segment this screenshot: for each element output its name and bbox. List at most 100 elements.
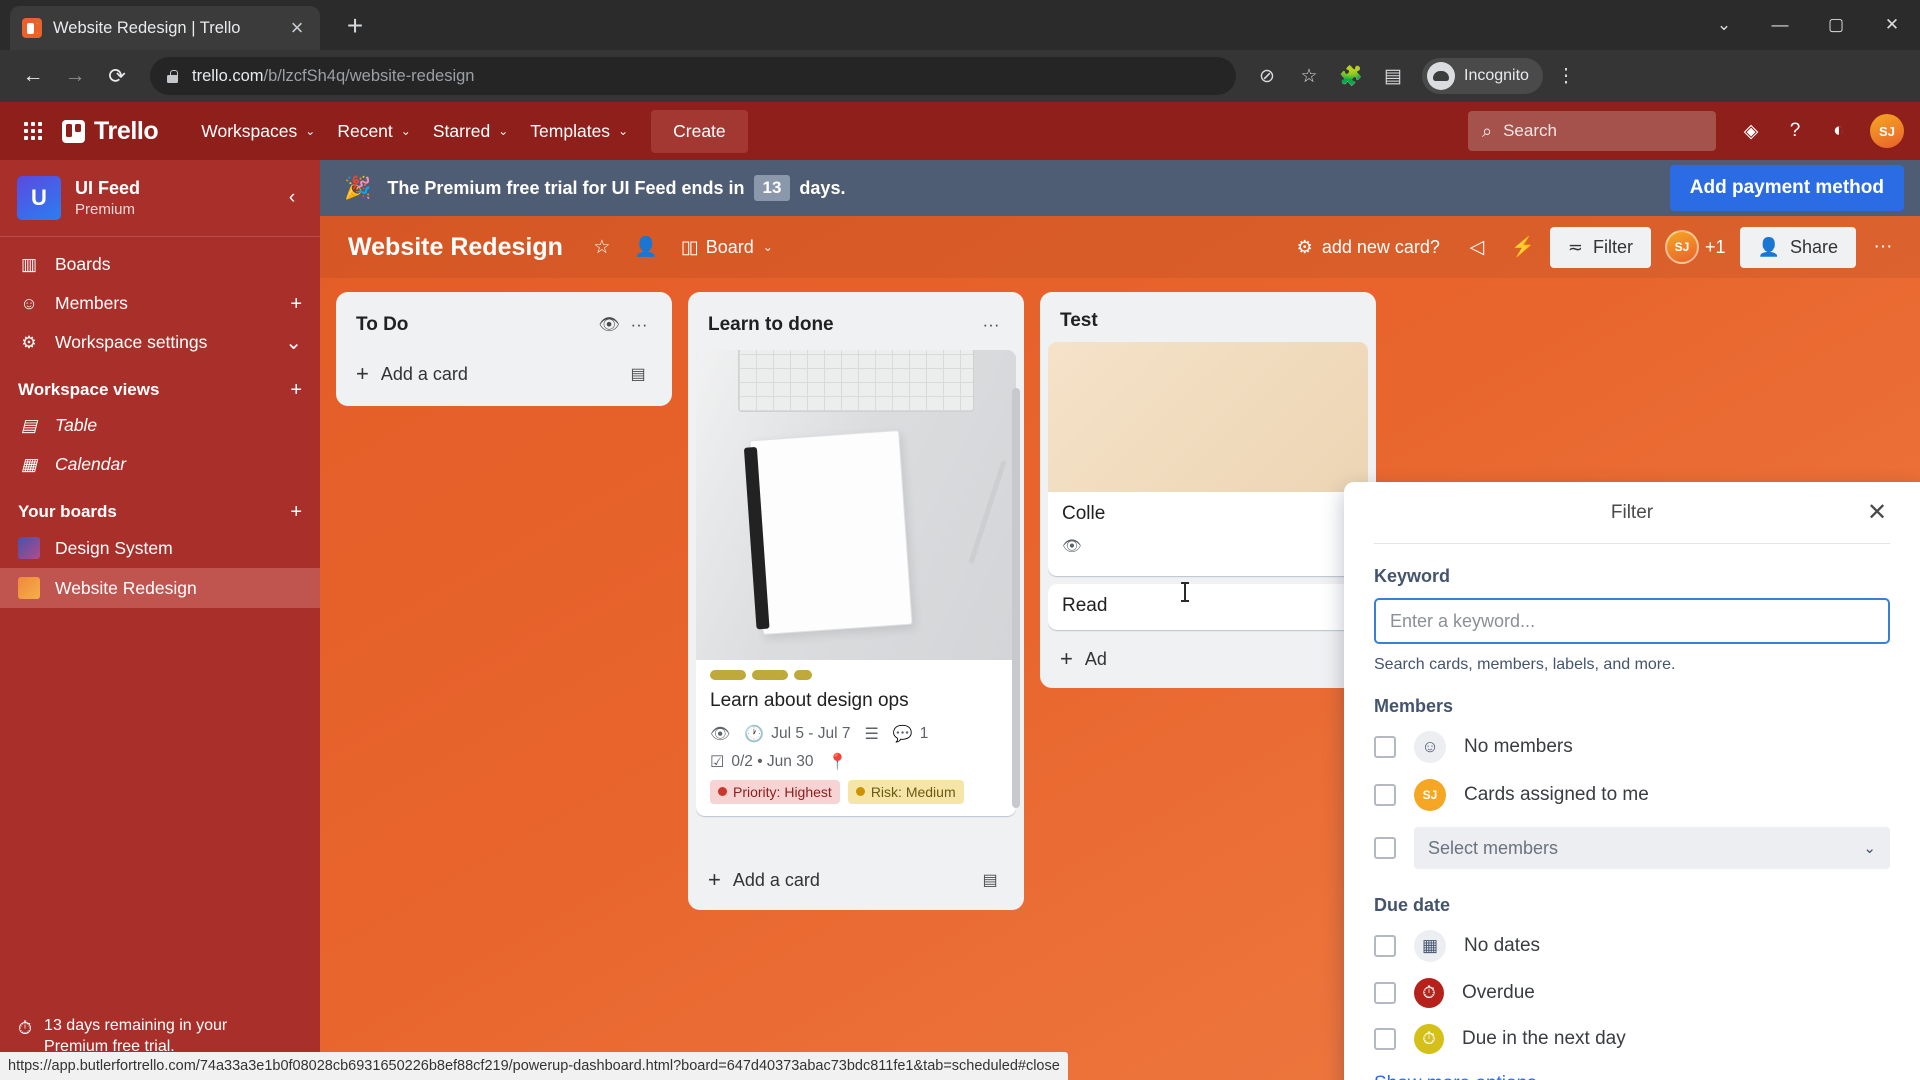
grid-apps-icon[interactable] (16, 114, 50, 148)
filter-option-no-members[interactable]: ☺ No members (1374, 731, 1890, 763)
watch-eye-icon[interactable]: 👁 (594, 310, 624, 340)
add-payment-method-button[interactable]: Add payment method (1669, 165, 1904, 211)
filter-option-overdue[interactable]: ⏱ Overdue (1374, 978, 1890, 1008)
board-menu-icon[interactable]: ··· (1864, 228, 1902, 266)
star-icon[interactable]: ☆ (583, 228, 621, 266)
window-close-button[interactable]: ✕ (1864, 0, 1920, 50)
browser-tab[interactable]: Website Redesign | Trello × (10, 6, 320, 50)
sidebar-item-workspace-settings[interactable]: ⚙ Workspace settings ⌄ (10, 323, 310, 362)
card-learn-about-design-ops[interactable]: Learn about design ops 👁 🕐 Jul 5 - Jul 7 (696, 350, 1016, 816)
sidebar-item-table[interactable]: ▤ Table (10, 406, 310, 445)
card-read[interactable]: Read (1048, 583, 1368, 631)
keyword-input[interactable]: Enter a keyword... (1374, 598, 1890, 644)
back-icon[interactable]: ← (14, 57, 52, 95)
clock-icon: ⏱ (1414, 1024, 1444, 1054)
topnav-right: ⌕ Search ◈ ? ◐ SJ (1468, 111, 1904, 151)
list-title: Learn to done (708, 314, 834, 335)
board-visibility-icon[interactable]: 👤 (627, 228, 665, 266)
checkbox[interactable] (1374, 784, 1396, 806)
nav-recent[interactable]: Recent ⌄ (326, 113, 422, 150)
show-more-label: Show more options (1374, 1073, 1537, 1080)
powerup-add-new-card[interactable]: ⚙ add new card? (1287, 230, 1450, 265)
sidebar-board-design-system[interactable]: Design System (0, 528, 320, 568)
help-icon[interactable]: ? (1776, 112, 1814, 150)
theme-toggle-icon[interactable]: ◐ (1820, 112, 1858, 150)
filter-select-members-row[interactable]: Select members ⌄ (1374, 827, 1890, 869)
collapse-sidebar-button[interactable]: ‹ (278, 184, 306, 212)
show-more-options-button[interactable]: Show more options ⌄ (1374, 1072, 1890, 1080)
share-button[interactable]: 👤 Share (1739, 226, 1856, 268)
powerup-label: add new card? (1321, 236, 1440, 257)
browser-menu-icon[interactable]: ⋮ (1547, 57, 1585, 95)
extensions-icon[interactable]: 🧩 (1332, 57, 1370, 95)
filter-option-due-next-day[interactable]: ⏱ Due in the next day (1374, 1024, 1890, 1054)
filter-button[interactable]: ≂ Filter (1549, 226, 1651, 268)
select-members-dropdown[interactable]: Select members ⌄ (1414, 827, 1890, 869)
add-member-icon[interactable]: + (290, 294, 302, 314)
trial-days-count: 13 (753, 175, 791, 201)
incognito-indicator[interactable]: Incognito (1422, 58, 1543, 94)
checkbox[interactable] (1374, 736, 1396, 758)
filter-option-label: Due in the next day (1462, 1028, 1626, 1049)
side-panel-icon[interactable]: ▤ (1374, 57, 1412, 95)
board-view-switcher[interactable]: ▯▯ Board ⌄ (671, 230, 783, 265)
table-icon: ▤ (20, 415, 38, 435)
list-header[interactable]: Test (1048, 300, 1368, 342)
rocket-icon[interactable]: ◁ (1458, 228, 1496, 266)
notebook-graphic (749, 430, 913, 635)
new-tab-button[interactable]: + (340, 10, 370, 42)
comment-count: 1 (919, 724, 929, 742)
board-members[interactable]: SJ +1 (1665, 230, 1726, 264)
checkbox[interactable] (1374, 837, 1396, 859)
bookmark-star-icon[interactable]: ☆ (1290, 57, 1328, 95)
notifications-icon[interactable]: ◈ (1732, 112, 1770, 150)
chevron-down-icon[interactable]: ⌄ (285, 333, 302, 353)
forward-icon[interactable]: → (56, 57, 94, 95)
add-view-icon[interactable]: + (290, 380, 302, 400)
card-template-icon[interactable]: ▤ (624, 360, 652, 388)
sidebar-item-boards[interactable]: ▥ Boards (10, 245, 310, 284)
search-input[interactable]: ⌕ Search (1468, 111, 1716, 151)
close-tab-icon[interactable]: × (286, 17, 308, 39)
address-bar[interactable]: trello.com/b/lzcfSh4q/website-redesign (150, 57, 1236, 95)
nav-templates[interactable]: Templates ⌄ (519, 113, 639, 150)
add-card-button[interactable]: + Add a card (708, 869, 964, 891)
user-avatar[interactable]: SJ (1870, 114, 1904, 148)
filter-option-no-dates[interactable]: ▦ No dates (1374, 930, 1890, 962)
text-cursor (1181, 582, 1189, 602)
checkbox[interactable] (1374, 982, 1396, 1004)
add-card-button[interactable]: + Add a card (356, 363, 612, 385)
list-actions-icon[interactable]: ··· (624, 310, 654, 340)
checkbox[interactable] (1374, 935, 1396, 957)
add-card-button[interactable]: + Ad (1060, 648, 1356, 670)
eye-off-icon[interactable]: ⊘ (1248, 57, 1286, 95)
checkbox[interactable] (1374, 1028, 1396, 1050)
sidebar-item-calendar[interactable]: ▦ Calendar (10, 445, 310, 484)
create-button[interactable]: Create (651, 109, 748, 153)
window-maximize-button[interactable]: ▢ (1808, 0, 1864, 50)
due-date-section-label: Due date (1374, 895, 1451, 915)
card-collect[interactable]: Colle 👁 (1048, 342, 1368, 576)
sidebar-board-website-redesign[interactable]: Website Redesign (0, 568, 320, 608)
filter-option-cards-assigned-to-me[interactable]: SJ Cards assigned to me (1374, 779, 1890, 811)
window-minimize-button[interactable]: — (1752, 0, 1808, 50)
window-chevron-icon[interactable]: ⌄ (1696, 0, 1752, 50)
card-template-icon[interactable]: ▤ (976, 866, 1004, 894)
nav-workspaces[interactable]: Workspaces ⌄ (190, 113, 326, 150)
gear-icon: ⚙ (21, 332, 37, 352)
reload-icon[interactable]: ⟳ (98, 57, 136, 95)
close-icon[interactable]: ✕ (1858, 494, 1896, 532)
avatar: SJ (1665, 230, 1699, 264)
sidebar-item-members[interactable]: ☺ Members + (10, 284, 310, 323)
workspace-header[interactable]: U UI Feed Premium ‹ (0, 160, 320, 237)
automation-bolt-icon[interactable]: ⚡ (1504, 228, 1542, 266)
list-header[interactable]: To Do 👁 ··· (344, 300, 664, 350)
list-actions-icon[interactable]: ··· (976, 310, 1006, 340)
nav-starred[interactable]: Starred ⌄ (422, 113, 519, 150)
list-header[interactable]: Learn to done ··· (696, 300, 1016, 350)
board-thumbnail (18, 537, 40, 559)
list-scrollbar[interactable] (1012, 388, 1020, 808)
board-view-label: Board (705, 236, 754, 257)
add-board-icon[interactable]: + (290, 502, 302, 522)
trello-home-logo[interactable]: Trello (56, 117, 164, 146)
